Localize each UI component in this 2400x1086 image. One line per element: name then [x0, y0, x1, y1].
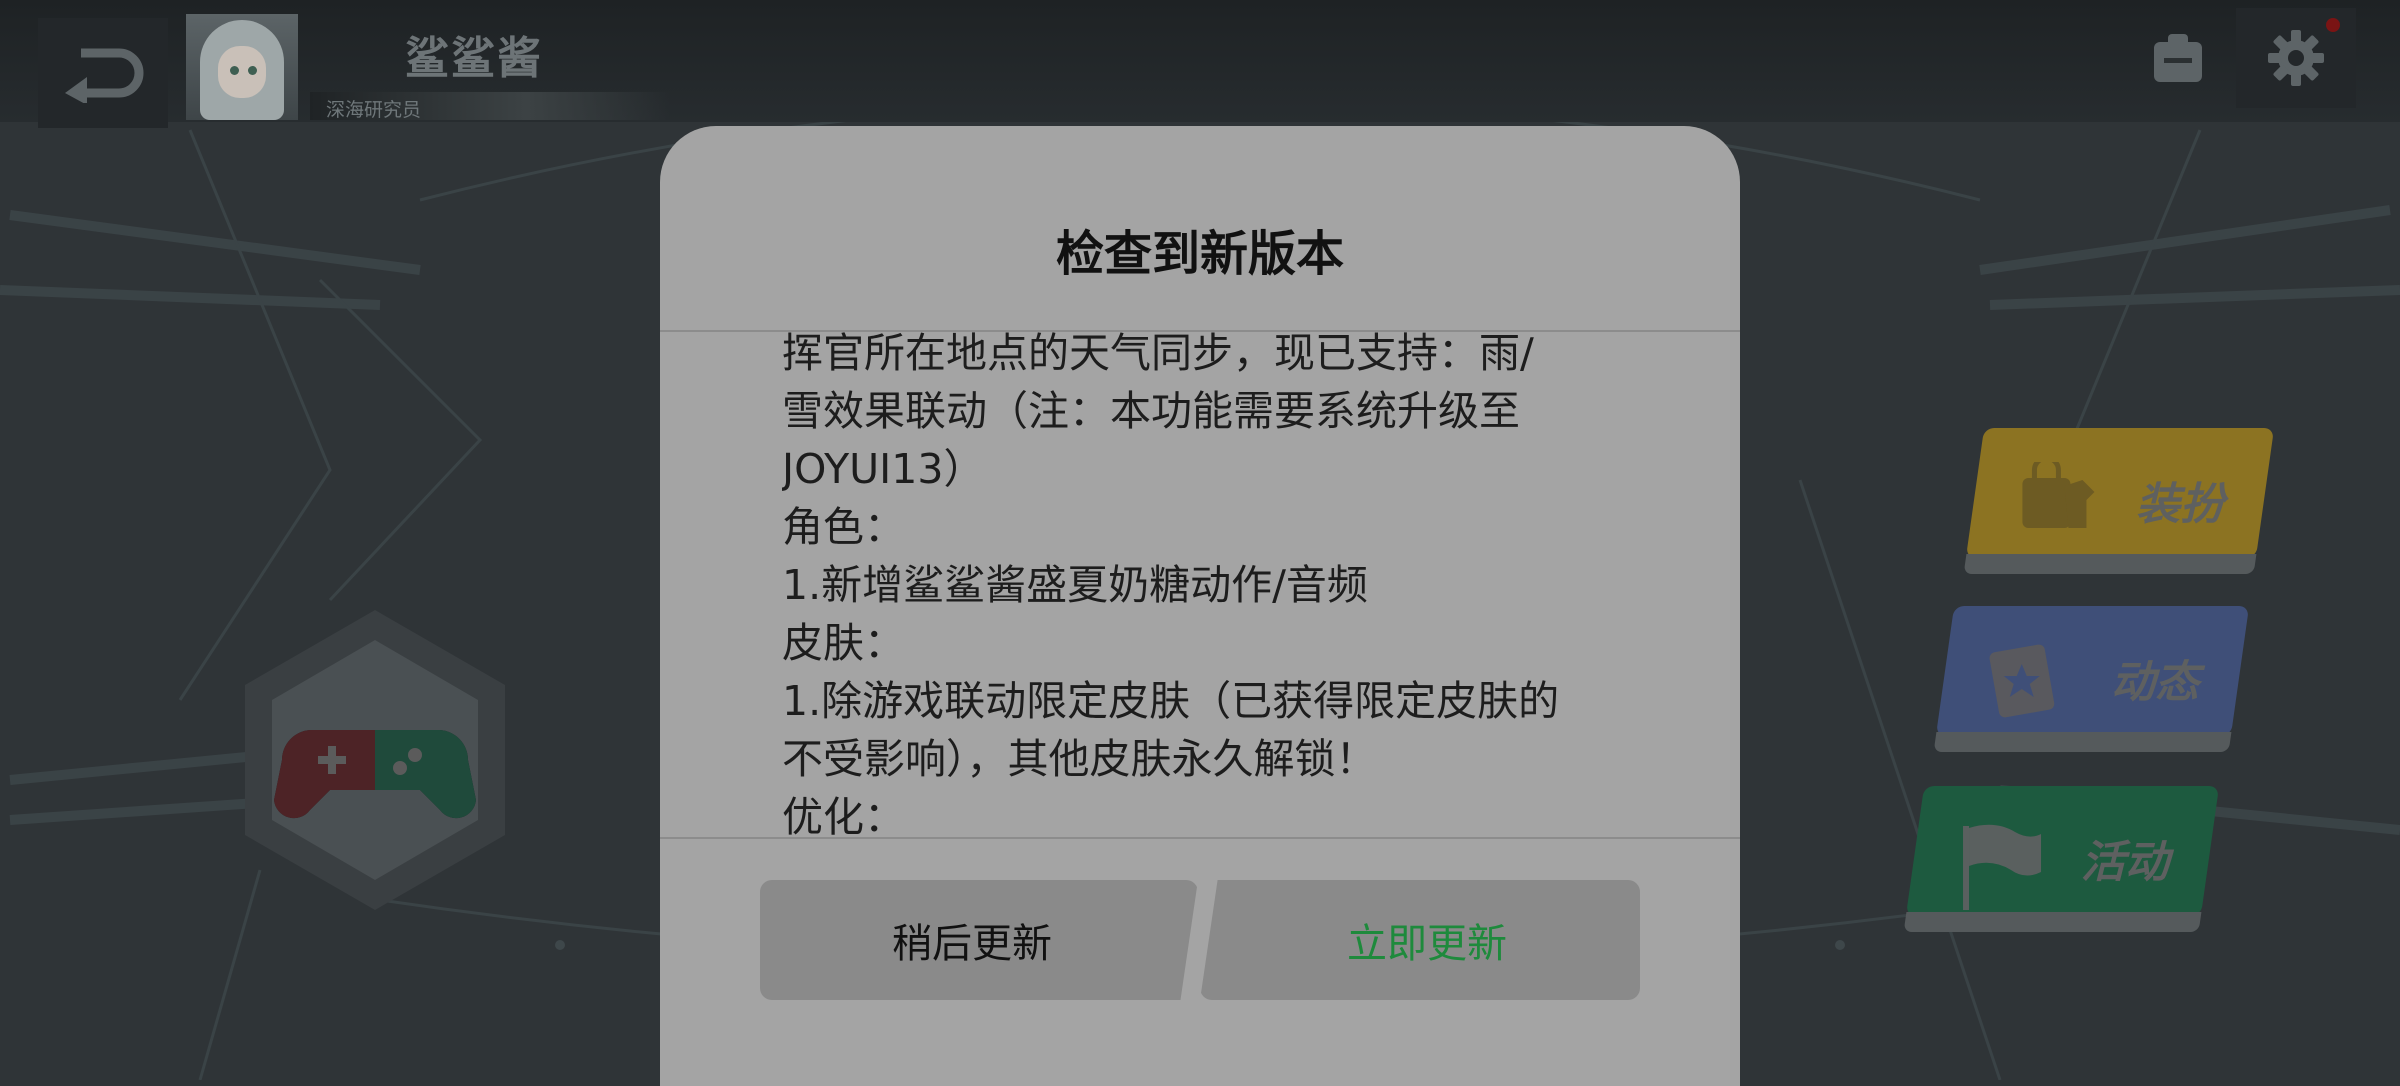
gear-icon — [2268, 30, 2324, 86]
game-center-button[interactable] — [240, 610, 510, 910]
user-title: 深海研究员 — [326, 99, 422, 121]
changelog-line: 皮肤： — [782, 619, 905, 667]
changelog-scroll-area[interactable]: 挥官所在地点的天气同步，现已支持：雨/雪效果联动（注：本功能需要系统升级至 JOY… — [782, 332, 1612, 836]
changelog-line: 1.新增鲨鲨酱盛夏奶糖动作/音频 — [782, 561, 1368, 609]
dialog-title: 检查到新版本 — [1055, 226, 1344, 282]
notification-dot — [2326, 18, 2340, 32]
username: 鲨鲨酱 — [405, 33, 543, 84]
clipboard-icon — [2154, 34, 2202, 82]
changelog-text: 挥官所在地点的天气同步，现已支持：雨/雪效果联动（注：本功能需要系统升级至 JOY… — [782, 332, 1559, 836]
changelog-line: JOYUI13） — [782, 445, 985, 493]
update-now-button[interactable]: 立即更新 — [1200, 880, 1640, 1000]
changelog-line: 1.除游戏联动限定皮肤（已获得限定皮肤的 — [782, 677, 1560, 725]
activity-button[interactable]: 活动 — [1903, 786, 2220, 932]
dynamic-label: 动态 — [2111, 657, 2200, 708]
back-arrow-icon — [65, 48, 144, 103]
dress-up-label: 装扮 — [2136, 479, 2225, 530]
changelog-line: 雪效果联动（注：本功能需要系统升级至 — [782, 387, 1520, 435]
changelog-line: 不受影响），其他皮肤永久解锁！ — [782, 735, 1377, 783]
changelog-line: 角色： — [782, 503, 905, 551]
flag-icon — [1963, 824, 2042, 910]
dress-up-button[interactable]: 装扮 — [1963, 428, 2275, 574]
avatar[interactable] — [186, 14, 298, 120]
gamepad-icon — [245, 610, 505, 910]
notice-button[interactable] — [2150, 30, 2206, 86]
update-dialog: 检查到新版本 挥官所在地点的天气同步，现已支持：雨/雪效果联动（注：本功能需要系… — [660, 126, 1740, 1086]
update-later-button[interactable]: 稍后更新 — [760, 880, 1198, 1000]
changelog-line: 优化： — [782, 793, 905, 836]
shopping-bag-icon — [2022, 462, 2095, 528]
content-divider — [660, 837, 1740, 839]
star-card-icon — [1989, 644, 2055, 718]
activity-label: 活动 — [2081, 837, 2170, 888]
back-button[interactable] — [38, 18, 168, 128]
changelog-line: 挥官所在地点的天气同步，现已支持：雨/ — [782, 332, 1534, 377]
dynamic-button[interactable]: 动态 — [1933, 606, 2250, 752]
